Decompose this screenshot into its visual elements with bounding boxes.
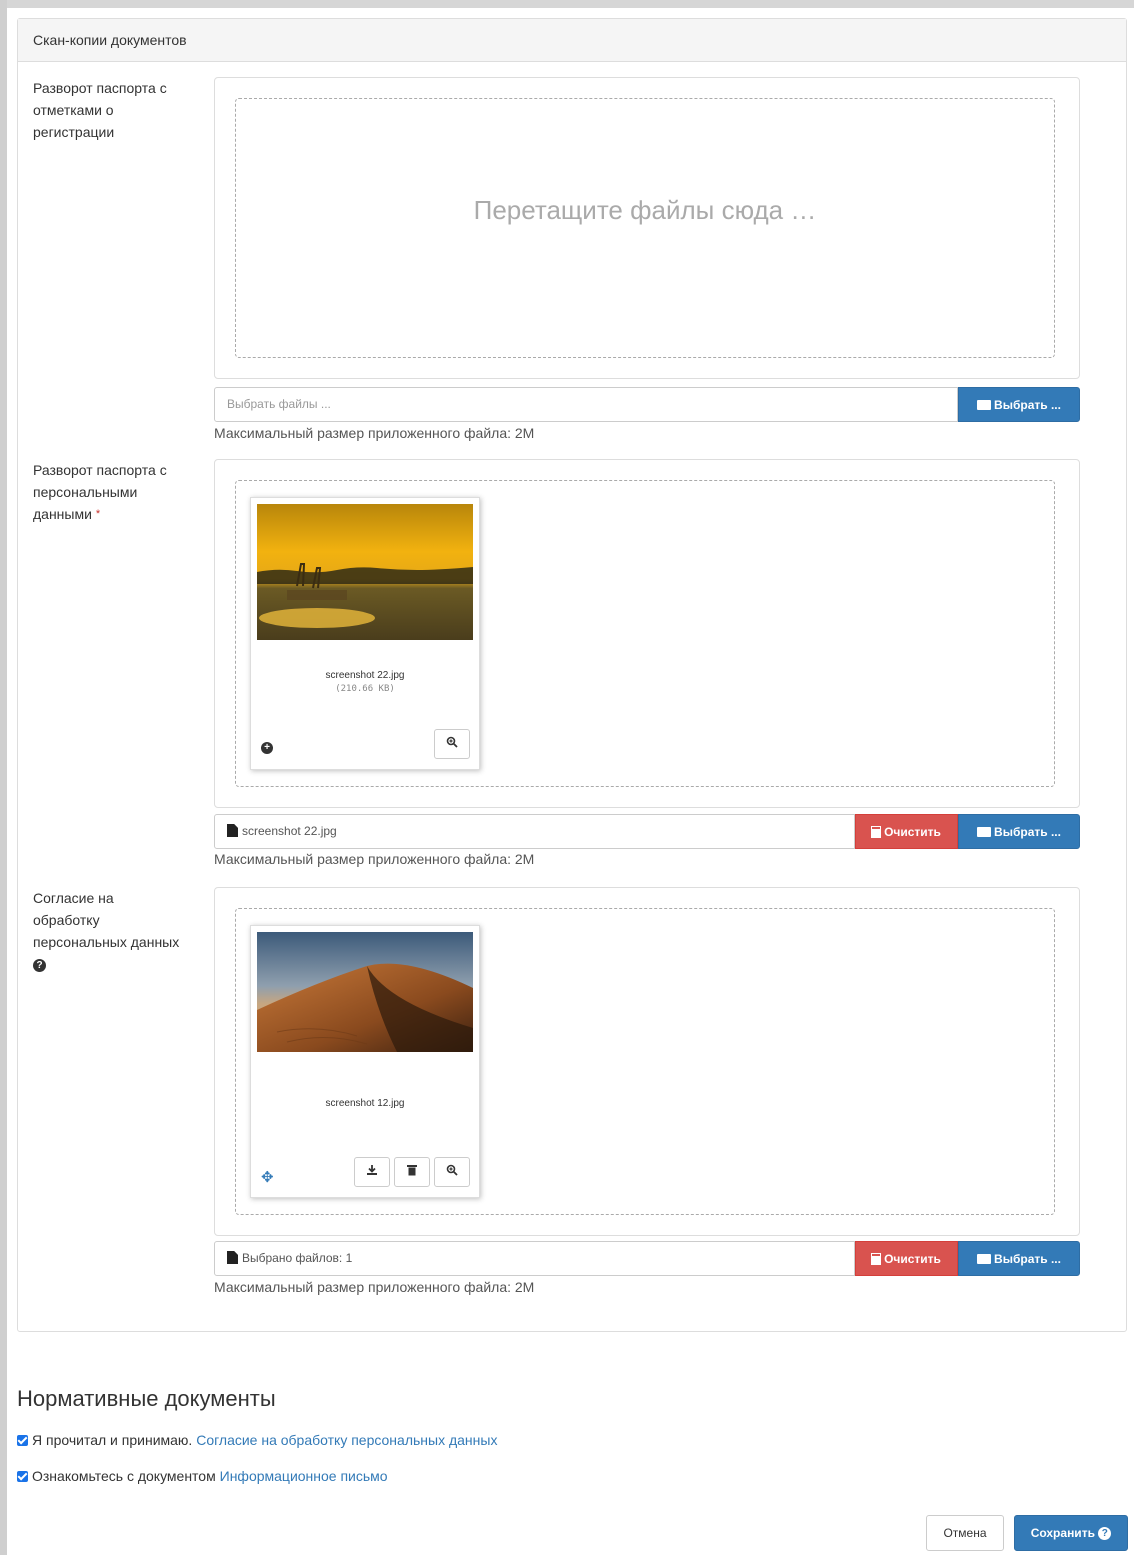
file-caption-text: screenshot 22.jpg — [242, 824, 337, 838]
checkbox-checked-icon[interactable] — [17, 1471, 28, 1482]
delete-button[interactable] — [394, 1157, 430, 1187]
consent-document-link[interactable]: Согласие на обработку персональных данны… — [196, 1432, 497, 1448]
drop-zone[interactable]: Перетащите файлы сюда … — [235, 98, 1055, 358]
window-top-border — [0, 0, 1134, 8]
file-input-group-consent: Выбрано файлов: 1 Очистить Выбрать ... — [214, 1241, 1080, 1276]
trash-icon — [871, 1253, 882, 1265]
browse-button-label: Выбрать ... — [994, 398, 1061, 412]
download-icon — [367, 1165, 377, 1175]
file-preview-registration: Перетащите файлы сюда … — [214, 77, 1080, 379]
thumbnail-image — [257, 504, 473, 640]
cancel-button[interactable]: Отмена — [926, 1515, 1004, 1551]
checkbox-checked-icon[interactable] — [17, 1435, 28, 1446]
folder-open-icon — [977, 1254, 992, 1264]
plus-circle-icon: + — [261, 742, 273, 754]
save-button-label: Сохранить — [1030, 1526, 1095, 1540]
normative-docs-title: Нормативные документы — [17, 1386, 276, 1411]
trash-icon — [871, 826, 882, 838]
max-size-hint: Максимальный размер приложенного файла: … — [214, 1279, 535, 1295]
zoom-button[interactable] — [434, 1157, 470, 1187]
desert-dune-image — [257, 932, 473, 1052]
thumbnail-file-name: screenshot 22.jpg — [325, 670, 405, 681]
checkbox-label: Я прочитал и принимаю. — [32, 1432, 193, 1448]
max-size-hint: Максимальный размер приложенного файла: … — [214, 851, 535, 867]
field-label-consent: Согласие на обработку персональных данны… — [33, 887, 183, 975]
field-label-registration: Разворот паспорта с отметками о регистра… — [33, 80, 167, 140]
browse-button[interactable]: Выбрать ... — [958, 1241, 1080, 1276]
file-caption-input[interactable]: Выбрано файлов: 1 — [214, 1241, 855, 1276]
panel-heading: Скан-копии документов — [18, 19, 1126, 62]
browse-button-label: Выбрать ... — [994, 825, 1061, 839]
question-circle-icon: ? — [1098, 1527, 1112, 1541]
drop-zone-text: Перетащите файлы сюда … — [473, 195, 817, 225]
clear-button-label: Очистить — [884, 825, 941, 839]
file-caption-input[interactable]: Выбрать файлы ... — [214, 387, 958, 422]
drop-zone[interactable]: screenshot 12.jpg ✥ — [235, 908, 1055, 1215]
file-icon — [227, 824, 238, 837]
clear-button-label: Очистить — [884, 1252, 941, 1266]
browse-button[interactable]: Выбрать ... — [958, 814, 1080, 849]
file-thumbnail: screenshot 12.jpg ✥ — [250, 925, 480, 1198]
checkbox-label: Ознакомьтесь с документом — [32, 1468, 216, 1484]
move-icon[interactable]: ✥ — [261, 1168, 274, 1186]
trash-icon — [407, 1165, 417, 1176]
scan-copies-panel: Скан-копии документов Разворот паспорта … — [17, 18, 1127, 1332]
download-button[interactable] — [354, 1157, 390, 1187]
file-icon — [227, 1251, 238, 1264]
file-thumbnail: screenshot 22.jpg (210.66 KB) + — [250, 497, 480, 770]
field-label-personal-data: Разворот паспорта с персональными данным… — [33, 459, 183, 525]
required-mark: * — [95, 508, 101, 520]
savanna-sunset-image — [257, 504, 473, 640]
max-size-hint: Максимальный размер приложенного файла: … — [214, 425, 535, 441]
info-letter-checkbox-row: Ознакомьтесь с документом Информационное… — [17, 1468, 388, 1484]
zoom-button[interactable] — [434, 729, 470, 759]
clear-button[interactable]: Очистить — [855, 1241, 958, 1276]
file-caption-input[interactable]: screenshot 22.jpg — [214, 814, 855, 849]
zoom-in-icon — [446, 736, 458, 748]
thumbnail-file-size: (210.66 KB) — [335, 684, 395, 694]
file-caption-text: Выбрано файлов: 1 — [242, 1251, 353, 1265]
browse-button-label: Выбрать ... — [994, 1252, 1061, 1266]
window-left-border — [0, 0, 7, 1555]
consent-checkbox-row: Я прочитал и принимаю. Согласие на обраб… — [17, 1432, 497, 1448]
drop-zone[interactable]: screenshot 22.jpg (210.66 KB) + — [235, 480, 1055, 787]
clear-button[interactable]: Очистить — [855, 814, 958, 849]
folder-open-icon — [977, 400, 992, 410]
field-label-text: Согласие на обработку персональных данны… — [33, 890, 180, 950]
info-letter-link[interactable]: Информационное письмо — [220, 1468, 388, 1484]
folder-open-icon — [977, 827, 992, 837]
file-input-group-registration: Выбрать файлы ... Выбрать ... — [214, 387, 1080, 422]
file-preview-personal-data: screenshot 22.jpg (210.66 KB) + — [214, 459, 1080, 808]
zoom-in-icon — [446, 1164, 458, 1176]
question-circle-icon[interactable]: ? — [33, 958, 46, 972]
file-preview-consent: screenshot 12.jpg ✥ — [214, 887, 1080, 1236]
save-button[interactable]: Сохранить ? — [1014, 1515, 1128, 1551]
thumbnail-file-name: screenshot 12.jpg — [325, 1098, 405, 1109]
browse-button[interactable]: Выбрать ... — [958, 387, 1080, 422]
thumbnail-image — [257, 932, 473, 1052]
file-input-group-personal-data: screenshot 22.jpg Очистить Выбрать ... — [214, 814, 1080, 849]
